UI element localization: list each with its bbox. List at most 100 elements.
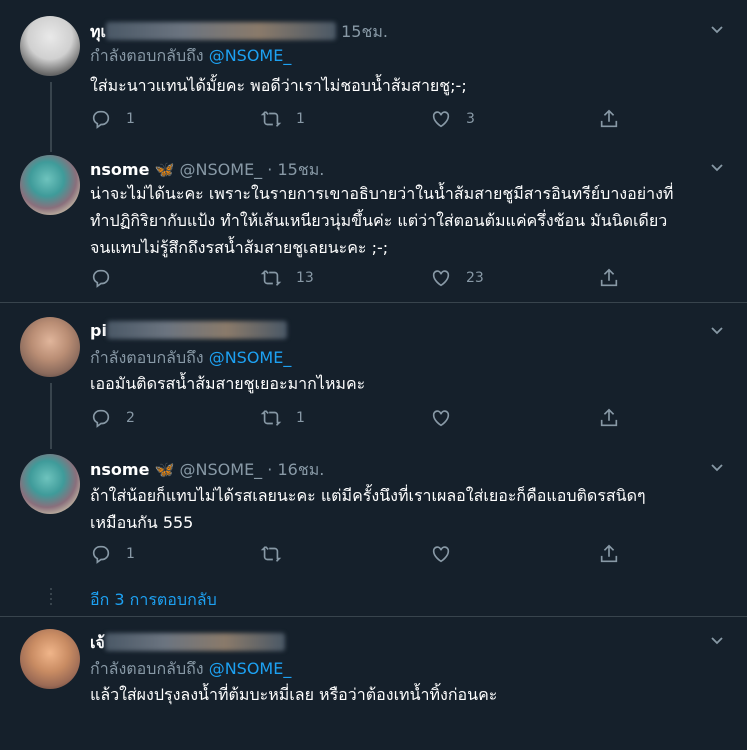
handle[interactable]: @NSOME_	[180, 460, 263, 479]
blurred-name	[106, 22, 337, 40]
display-name[interactable]: nsome	[90, 460, 149, 479]
replying-to-label: กำลังตอบกลับถึง	[90, 659, 204, 678]
share-button[interactable]	[598, 543, 620, 565]
share-icon	[598, 543, 620, 565]
retweet-button[interactable]: 13	[260, 267, 314, 289]
text-line: ถ้าใส่น้อยก็แทบไม่ได้รสเลยนะคะ แต่มีครั้…	[90, 486, 646, 505]
blurred-name	[104, 633, 285, 651]
like-count: 23	[466, 270, 484, 286]
tweet-text: เออมันติดรสน้ำส้มสายชูเยอะมากไหมคะ	[90, 374, 366, 393]
timestamp[interactable]: 15ชม.	[277, 160, 324, 179]
separator-dot: ·	[267, 160, 273, 179]
display-name[interactable]: pi	[90, 321, 107, 340]
tweet[interactable]: ทุเ 15ชม. กำลังตอบกลับถึง @NSOME_ ใส่มะน…	[0, 0, 747, 152]
replying-to: กำลังตอบกลับถึง @NSOME_	[90, 657, 291, 682]
share-icon	[598, 108, 620, 130]
handle[interactable]: @NSOME_	[180, 160, 263, 179]
like-icon	[430, 108, 452, 130]
display-name[interactable]: ทุเ	[90, 22, 106, 41]
like-button[interactable]	[430, 407, 452, 429]
blurred-name	[106, 321, 287, 339]
chevron-down-icon[interactable]	[709, 22, 725, 38]
tweet-text: ใส่มะนาวแทนได้มั้ยคะ พอดีว่าเราไม่ชอบน้ำ…	[90, 76, 467, 95]
share-button[interactable]	[598, 407, 620, 429]
reply-count: 2	[126, 410, 135, 426]
like-icon	[430, 407, 452, 429]
replying-to-label: กำลังตอบกลับถึง	[90, 46, 204, 65]
chevron-down-icon[interactable]	[709, 633, 725, 649]
reply-button[interactable]	[90, 267, 126, 289]
reply-icon	[90, 108, 112, 130]
avatar[interactable]	[20, 317, 80, 377]
share-icon	[598, 267, 620, 289]
replying-to: กำลังตอบกลับถึง @NSOME_	[90, 346, 291, 371]
retweet-icon	[260, 267, 282, 289]
replying-to-handle[interactable]: @NSOME_	[209, 46, 292, 65]
display-name[interactable]: เจ้	[90, 633, 105, 652]
action-bar: 1 1 3	[90, 108, 650, 132]
timestamp[interactable]: 16ชม.	[277, 460, 324, 479]
like-icon	[430, 267, 452, 289]
tweet-header: pi	[90, 321, 287, 340]
chevron-down-icon[interactable]	[709, 323, 725, 339]
retweet-count: 1	[296, 410, 305, 426]
thread-line	[50, 82, 52, 152]
avatar[interactable]	[20, 155, 80, 215]
avatar[interactable]	[20, 454, 80, 514]
text-line: จนแทบไม่รู้สึกถึงรสน้ำส้มสายชูเลยนะคะ ;-…	[90, 238, 389, 257]
reply-button[interactable]: 2	[90, 407, 135, 429]
tweet-header: ทุเ 15ชม.	[90, 20, 388, 45]
share-icon	[598, 407, 620, 429]
reply-icon	[90, 267, 112, 289]
replying-to-handle[interactable]: @NSOME_	[209, 659, 292, 678]
tweet[interactable]: pi กำลังตอบกลับถึง @NSOME_ เออมันติดรสน้…	[0, 303, 747, 449]
avatar[interactable]	[20, 629, 80, 689]
chevron-down-icon[interactable]	[709, 460, 725, 476]
text-line: เหมือนกัน 555	[90, 513, 194, 532]
tweet-header: เจ้	[90, 631, 285, 656]
avatar[interactable]	[20, 16, 80, 76]
share-button[interactable]	[598, 108, 620, 130]
like-icon	[430, 543, 452, 565]
reply-count: 1	[126, 546, 135, 562]
replying-to-label: กำลังตอบกลับถึง	[90, 348, 204, 367]
reply-button[interactable]: 1	[90, 108, 135, 130]
reply-icon	[90, 543, 112, 565]
reply-icon	[90, 407, 112, 429]
like-button[interactable]	[430, 543, 452, 565]
retweet-icon	[260, 108, 282, 130]
tweet[interactable]: เจ้ กำลังตอบกลับถึง @NSOME_ แล้วใส่ผงปรุ…	[0, 617, 747, 750]
retweet-icon	[260, 543, 282, 565]
action-bar: 13 23	[90, 267, 650, 291]
retweet-button[interactable]	[260, 543, 282, 565]
chevron-down-icon[interactable]	[709, 160, 725, 176]
reply-button[interactable]: 1	[90, 543, 135, 565]
like-button[interactable]: 23	[430, 267, 484, 289]
butterfly-icon: 🦋	[154, 460, 175, 479]
tweet[interactable]: nsome 🦋 @NSOME_ · 16ชม. ถ้าใส่น้อยก็แทบไ…	[0, 448, 747, 580]
retweet-icon	[260, 407, 282, 429]
like-count: 3	[466, 111, 475, 127]
text-line: ทำปฏิกิริยากับแป้ง ทำให้เส้นเหนียวนุ่มขึ…	[90, 211, 668, 230]
reply-count: 1	[126, 111, 135, 127]
tweet[interactable]: nsome 🦋 @NSOME_ · 15ชม. น่าจะไม่ได้นะคะ …	[0, 150, 747, 302]
retweet-button[interactable]: 1	[260, 108, 305, 130]
butterfly-icon: 🦋	[154, 160, 175, 179]
tweet-text: แล้วใส่ผงปรุงลงน้ำที่ต้มบะหมี่เลย หรือว่…	[90, 685, 498, 704]
action-bar: 1	[90, 543, 650, 567]
show-more-replies-link[interactable]: อีก 3 การตอบกลับ	[90, 588, 217, 613]
share-button[interactable]	[598, 267, 620, 289]
timestamp[interactable]: 15ชม.	[341, 22, 388, 41]
action-bar: 2 1	[90, 407, 650, 431]
display-name[interactable]: nsome	[90, 160, 149, 179]
retweet-button[interactable]: 1	[260, 407, 305, 429]
replying-to-handle[interactable]: @NSOME_	[209, 348, 292, 367]
separator-dot: ·	[267, 460, 273, 479]
thread-dots	[49, 588, 53, 608]
thread-line	[50, 383, 52, 449]
replying-to: กำลังตอบกลับถึง @NSOME_	[90, 44, 291, 69]
like-button[interactable]: 3	[430, 108, 475, 130]
tweet-header: nsome 🦋 @NSOME_ · 16ชม.	[90, 458, 324, 483]
tweet-text: น่าจะไม่ได้นะคะ เพราะในรายการเขาอธิบายว่…	[90, 180, 730, 261]
retweet-count: 13	[296, 270, 314, 286]
